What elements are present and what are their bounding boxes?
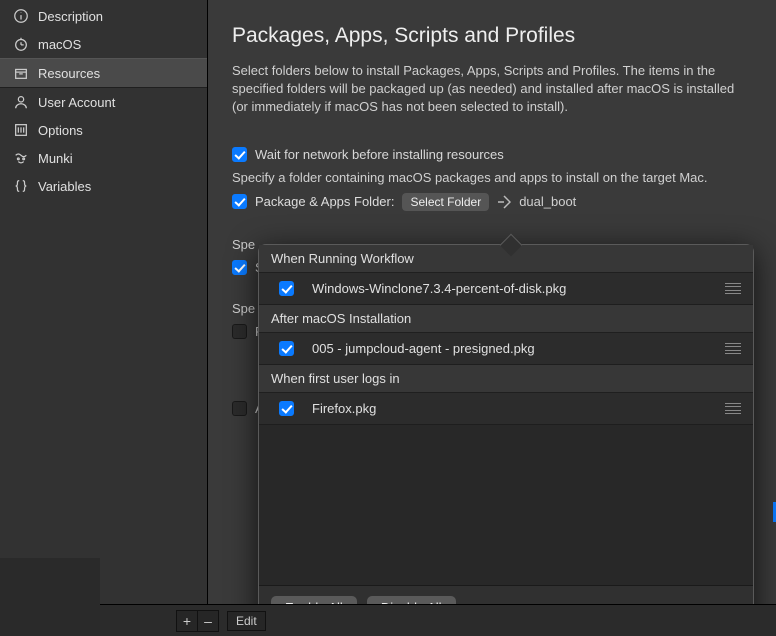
edit-button[interactable]: Edit <box>227 611 266 631</box>
user-icon <box>12 93 30 111</box>
package-label: 005 - jumpcloud-agent - presigned.pkg <box>312 341 707 356</box>
drag-handle-icon[interactable] <box>725 403 741 415</box>
obscured-checkbox-3[interactable] <box>232 401 247 416</box>
sidebar-item-label: Description <box>38 9 103 24</box>
add-button[interactable]: + <box>176 610 198 632</box>
sidebar-item-label: macOS <box>38 37 81 52</box>
clock-icon <box>12 35 30 53</box>
page-description: Select folders below to install Packages… <box>232 62 752 117</box>
packages-popover: When Running Workflow Windows-Winclone7.… <box>258 244 754 630</box>
package-folder-label: Package & Apps Folder: <box>255 194 394 209</box>
obscured-checkbox-1[interactable] <box>232 260 247 275</box>
drag-handle-icon[interactable] <box>725 343 741 355</box>
package-checkbox[interactable] <box>279 281 294 296</box>
sidebar-item-description[interactable]: Description <box>0 2 207 30</box>
package-label: Windows-Winclone7.3.4-percent-of-disk.pk… <box>312 281 707 296</box>
list-item[interactable]: Firefox.pkg <box>259 393 753 425</box>
sidebar: Description macOS Resources User Account… <box>0 0 208 636</box>
page-title: Packages, Apps, Scripts and Profiles <box>232 24 752 48</box>
select-folder-button[interactable]: Select Folder <box>402 193 489 211</box>
sidebar-item-label: Munki <box>38 151 73 166</box>
drag-handle-icon[interactable] <box>725 283 741 295</box>
sidebar-item-label: Variables <box>38 179 91 194</box>
list-item[interactable]: 005 - jumpcloud-agent - presigned.pkg <box>259 333 753 365</box>
group-header: After macOS Installation <box>259 305 753 333</box>
wait-network-row: Wait for network before installing resou… <box>232 147 752 162</box>
package-folder-checkbox[interactable] <box>232 194 247 209</box>
info-icon <box>12 7 30 25</box>
box-icon <box>12 64 30 82</box>
wait-network-label: Wait for network before installing resou… <box>255 147 504 162</box>
package-label: Firefox.pkg <box>312 401 707 416</box>
package-folder-row: Package & Apps Folder: Select Folder dua… <box>232 193 752 211</box>
package-checkbox[interactable] <box>279 341 294 356</box>
folder-value: dual_boot <box>519 194 576 209</box>
sidebar-item-munki[interactable]: Munki <box>0 144 207 172</box>
munki-icon <box>12 149 30 167</box>
list-item[interactable]: Windows-Winclone7.3.4-percent-of-disk.pk… <box>259 273 753 305</box>
remove-button[interactable]: – <box>197 610 219 632</box>
sidebar-item-macos[interactable]: macOS <box>0 30 207 58</box>
options-icon <box>12 121 30 139</box>
packages-intro: Specify a folder containing macOS packag… <box>232 170 752 185</box>
sidebar-item-resources[interactable]: Resources <box>0 58 207 88</box>
obscured-checkbox-2[interactable] <box>232 324 247 339</box>
bottom-strip <box>0 558 100 636</box>
braces-icon <box>12 177 30 195</box>
group-header: When first user logs in <box>259 365 753 393</box>
bottom-toolbar: + – Edit <box>100 604 776 636</box>
sidebar-item-label: Options <box>38 123 83 138</box>
list-empty-area <box>259 425 753 586</box>
sidebar-item-variables[interactable]: Variables <box>0 172 207 200</box>
popover-list: When Running Workflow Windows-Winclone7.… <box>259 245 753 586</box>
wait-network-checkbox[interactable] <box>232 147 247 162</box>
sidebar-item-label: User Account <box>38 95 115 110</box>
reveal-icon[interactable] <box>497 195 511 209</box>
sidebar-item-options[interactable]: Options <box>0 116 207 144</box>
package-checkbox[interactable] <box>279 401 294 416</box>
sidebar-item-user-account[interactable]: User Account <box>0 88 207 116</box>
sidebar-item-label: Resources <box>38 66 100 81</box>
